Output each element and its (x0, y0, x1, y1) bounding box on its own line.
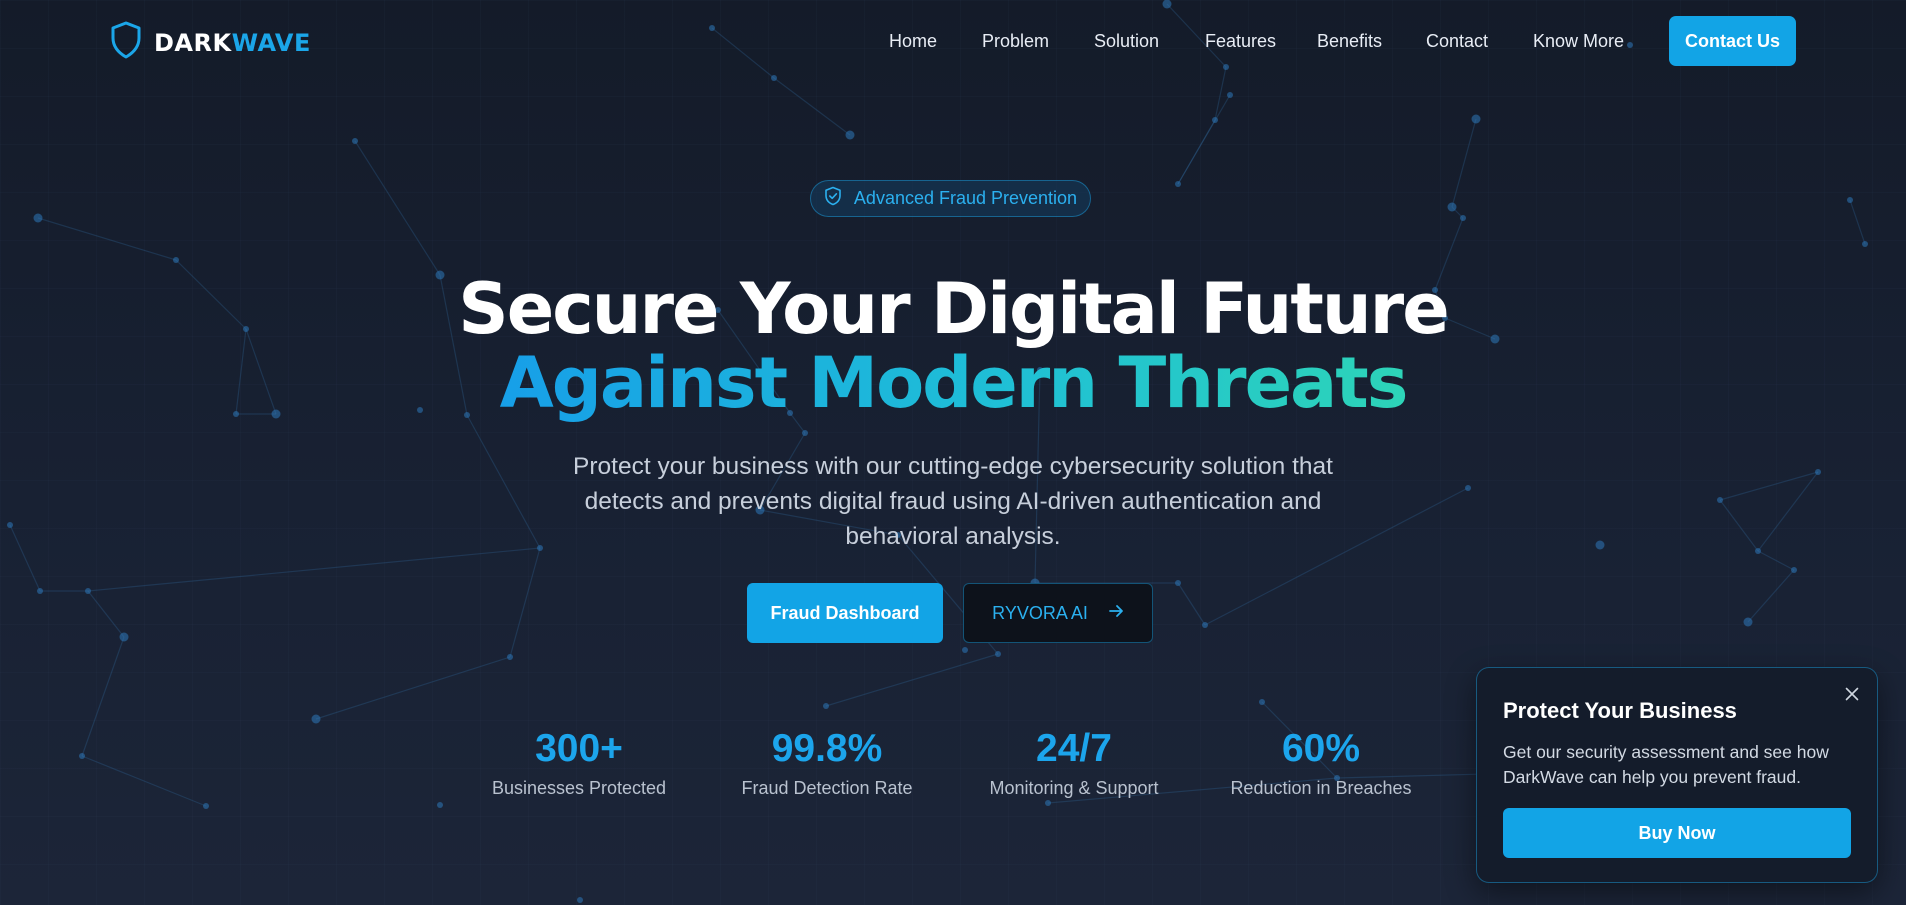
nav-link-home[interactable]: Home (889, 31, 937, 52)
stat-label: Reduction in Breaches (1230, 778, 1412, 798)
ryvora-ai-label: RYVORA AI (992, 602, 1088, 623)
nav-link-know-more[interactable]: Know More (1533, 31, 1624, 52)
badge-label: Advanced Fraud Prevention (853, 188, 1078, 208)
stat-value: 99.8% (771, 727, 883, 770)
navbar: DARKWAVE Home Problem Solution Features … (0, 0, 1906, 84)
stat-label: Monitoring & Support (989, 778, 1159, 798)
hero-title-line2-wrapper: Against Modern Threats (0, 342, 1906, 424)
nav-link-contact[interactable]: Contact (1426, 31, 1488, 52)
buy-now-button[interactable]: Buy Now (1503, 808, 1851, 858)
stat-value: 60% (1281, 727, 1361, 770)
popup-description: Get our security assessment and see how … (1503, 742, 1829, 787)
nav-link-benefits[interactable]: Benefits (1317, 31, 1382, 52)
stat-detection-rate: 99.8% Fraud Detection Rate (707, 726, 947, 799)
contact-us-button[interactable]: Contact Us (1669, 16, 1796, 66)
nav-link-features[interactable]: Features (1205, 31, 1276, 52)
hero-title-line2: Against Modern Threats (499, 342, 1409, 424)
stat-label: Businesses Protected (491, 778, 667, 798)
stat-monitoring: 24/7 Monitoring & Support (954, 726, 1194, 799)
promo-popup: Protect Your Business Get our security a… (1476, 667, 1878, 883)
stat-label: Fraud Detection Rate (741, 778, 913, 798)
shield-check-icon (824, 186, 842, 211)
hero-title-line1: Secure Your Digital Future (458, 268, 1449, 350)
stat-businesses: 300+ Businesses Protected (459, 726, 699, 799)
nav-links: Home Problem Solution Features Benefits … (0, 0, 1906, 84)
hero-description: Protect your business with our cutting-e… (573, 453, 1333, 550)
popup-title: Protect Your Business (1503, 698, 1737, 723)
stat-value: 300+ (535, 727, 623, 770)
ryvora-ai-button[interactable]: RYVORA AI (963, 583, 1153, 643)
arrow-right-icon (1108, 603, 1124, 624)
fraud-dashboard-button[interactable]: Fraud Dashboard (747, 583, 943, 643)
hero-badge: Advanced Fraud Prevention (810, 180, 1091, 217)
nav-link-solution[interactable]: Solution (1094, 31, 1159, 52)
stat-value: 24/7 (1036, 727, 1112, 770)
stat-breach-reduction: 60% Reduction in Breaches (1201, 726, 1441, 799)
close-icon[interactable] (1841, 683, 1863, 705)
nav-link-problem[interactable]: Problem (982, 31, 1049, 52)
